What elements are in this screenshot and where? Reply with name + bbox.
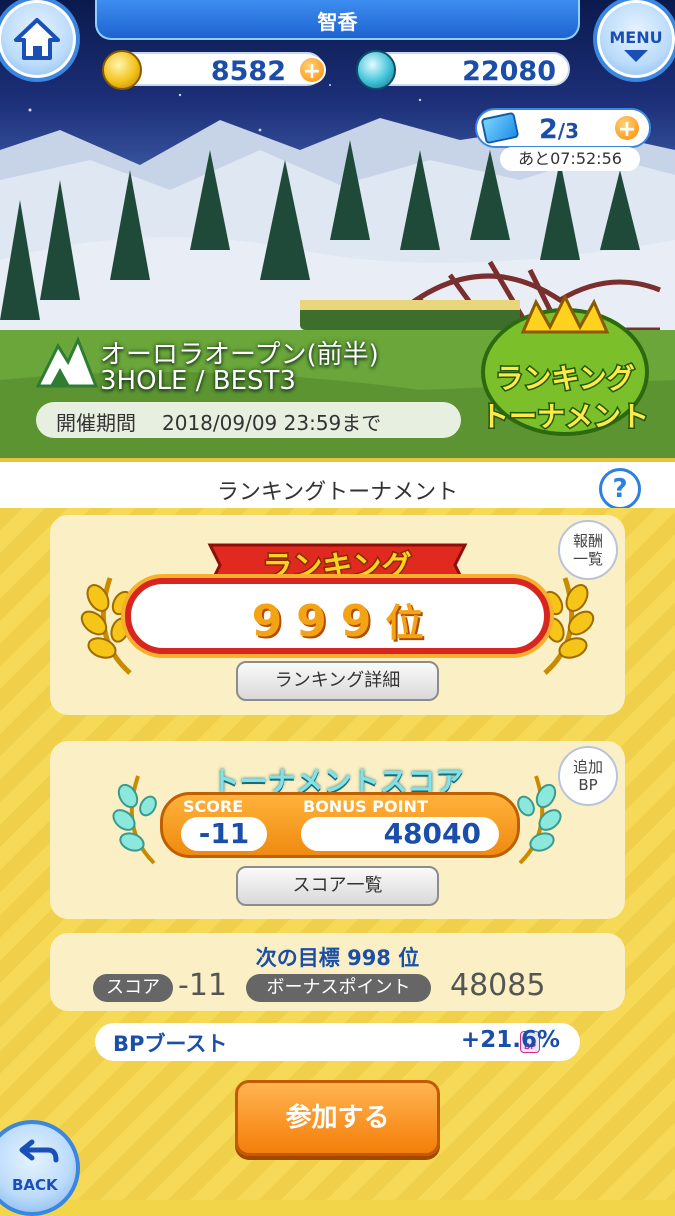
back-button[interactable]: BACK	[0, 1120, 80, 1216]
back-arrow-icon	[19, 1139, 59, 1163]
bonus-point-label: BONUS POINT	[303, 797, 428, 816]
rank-value: 999位	[131, 592, 544, 647]
rank-number: 999	[251, 596, 386, 647]
add-ticket-button[interactable]: +	[613, 114, 641, 142]
help-button[interactable]: ?	[599, 468, 641, 510]
rank-suffix: 位	[385, 601, 424, 645]
mountain-icon	[36, 336, 98, 388]
next-bonus-chip: ボーナスポイント	[246, 974, 431, 1002]
reward-btn-line1: 報酬	[572, 532, 603, 550]
next-goal-title: 次の目標 998 位	[255, 946, 420, 970]
period-bar: 開催期間 2018/09/09 23:59まで	[36, 402, 461, 438]
player-name: 智香	[317, 10, 358, 34]
coin-icon	[102, 50, 142, 90]
ticket-separator: /	[557, 119, 566, 143]
join-button[interactable]: 参加する	[235, 1080, 440, 1156]
menu-button[interactable]: MENU	[593, 0, 675, 82]
ticket-counter: 2/3 +	[475, 108, 651, 148]
crown-icon	[356, 50, 396, 90]
back-label: BACK	[12, 1176, 58, 1194]
emblem-line1: ランキング	[495, 362, 634, 395]
ticket-timer: あと07:52:56	[500, 147, 640, 171]
next-score-chip: スコア	[93, 974, 173, 1002]
coin-value: 8582	[210, 56, 286, 87]
crown-counter: 22080	[356, 50, 570, 90]
bp-boost-label: BPブースト	[113, 1032, 228, 1056]
ranking-tournament-emblem: ランキング トーナメント	[479, 293, 651, 436]
score-list-button[interactable]: スコア一覧	[236, 866, 439, 906]
ticket-max: 3	[565, 119, 580, 143]
section-header: ランキングトーナメント ?	[0, 458, 675, 510]
period-value: 2018/09/09 23:59まで	[162, 411, 382, 435]
crown-value: 22080	[462, 56, 556, 87]
ticket-current: 2	[539, 114, 558, 145]
reward-btn-line2: 一覧	[572, 550, 603, 568]
home-button[interactable]	[0, 0, 80, 82]
chevron-down-icon	[624, 50, 648, 62]
score-label: SCORE	[183, 797, 244, 816]
score-value: -11	[181, 817, 267, 851]
next-bonus-value: 48085	[450, 968, 546, 1003]
rank-display: 999位	[125, 578, 550, 654]
next-score-value: -11	[178, 968, 227, 1003]
course-format: 3HOLE / BEST3	[100, 366, 296, 396]
course-banner: 智香 MENU 8582 + 22080 2/3 + あと07:52:56 オー…	[0, 0, 675, 458]
top-bar: 智香	[95, 0, 580, 40]
period-label: 開催期間	[56, 411, 136, 435]
bonus-point-value: 48040	[301, 817, 499, 851]
ticket-count: 2/3	[539, 114, 579, 145]
home-icon	[14, 18, 60, 60]
tournament-score-box: SCORE BONUS POINT -11 48040	[160, 792, 520, 858]
emblem-line2: トーナメント	[481, 400, 649, 433]
bp-boost-value: +21.6%	[460, 1027, 560, 1053]
ranking-detail-button[interactable]: ランキング詳細	[236, 661, 439, 701]
bp-boost-bar: BPブースト BP +21.6%	[95, 1023, 580, 1061]
coin-counter: 8582 +	[102, 50, 326, 90]
section-title: ランキングトーナメント	[216, 480, 459, 505]
add-coin-button[interactable]: +	[298, 56, 326, 84]
ticket-icon	[480, 111, 520, 145]
